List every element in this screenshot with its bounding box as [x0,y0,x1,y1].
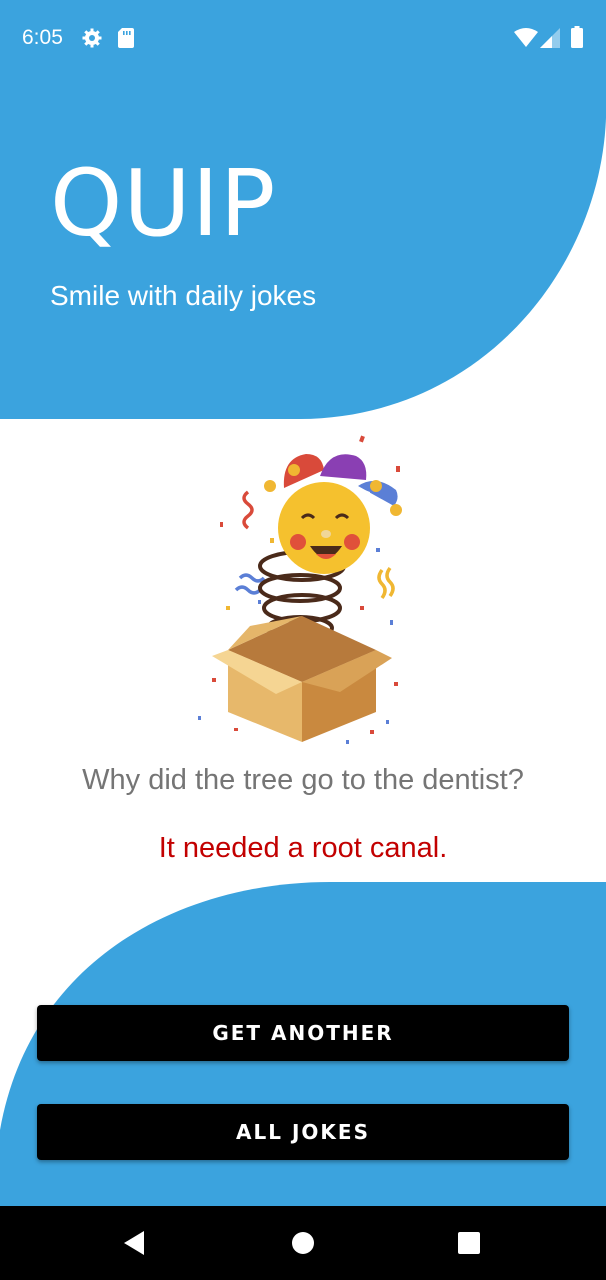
back-icon [124,1231,144,1255]
sd-card-icon [118,28,134,53]
joke-answer: It needed a root canal. [158,832,448,864]
status-bar: 6:05 [0,0,606,76]
get-another-button[interactable]: GET ANOTHER [37,1005,569,1061]
gear-icon [82,28,102,53]
home-button[interactable] [258,1206,348,1280]
home-icon [292,1232,314,1254]
app-title: QUIP [50,150,277,257]
navigation-bar [0,1206,606,1280]
status-time: 6:05 [22,26,63,49]
signal-icon [540,28,560,53]
recents-icon [458,1232,480,1254]
wifi-icon [514,28,538,53]
app-subtitle: Smile with daily jokes [50,280,317,311]
recents-button[interactable] [424,1206,514,1280]
jester-in-the-box-illustration [198,435,402,744]
all-jokes-button[interactable]: ALL JOKES [37,1104,569,1160]
joke-question: Why did the tree go to the dentist? [82,764,524,796]
jester-face [278,482,370,574]
box [212,616,392,742]
app-screen: 6:05 QUIP Smile with daily jokes Why did… [0,0,606,1280]
battery-icon [571,26,583,53]
back-button[interactable] [89,1206,179,1280]
